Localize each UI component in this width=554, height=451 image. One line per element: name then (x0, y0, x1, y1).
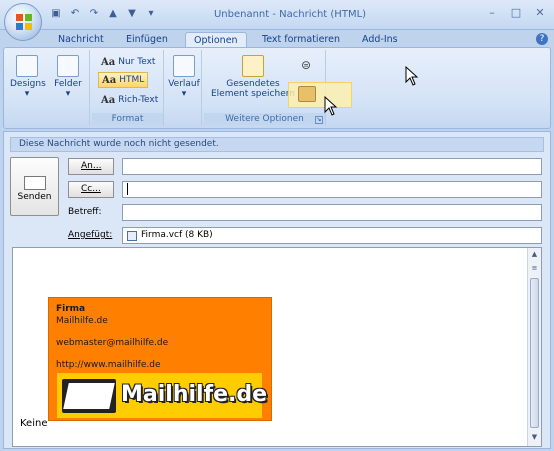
down-arrow-icon[interactable]: ▼ (124, 7, 140, 21)
tab-einfuegen[interactable]: Einfügen (118, 32, 176, 48)
tab-add-ins[interactable]: Add-Ins (354, 32, 406, 48)
fields-icon (57, 55, 79, 77)
window-title: Unbenannt - Nachricht (HTML) (213, 9, 367, 20)
scroll-thumb[interactable] (530, 278, 539, 428)
felder-button[interactable]: Felder ▾ (51, 52, 85, 112)
up-arrow-icon[interactable]: ▲ (105, 7, 121, 21)
info-bar: Diese Nachricht wurde noch nicht gesende… (10, 137, 544, 152)
save-sent-item-icon (242, 55, 264, 77)
ribbon-group-verlauf: Verlauf ▾ (166, 50, 202, 126)
dialog-launcher-icon[interactable]: ↘ (315, 116, 323, 124)
html-format-icon: Aa (102, 74, 117, 86)
vcard-file-icon (127, 231, 137, 241)
text-caret (127, 183, 128, 195)
tab-nachricht[interactable]: Nachricht (50, 32, 112, 48)
weitere-optionen-group-label: Weitere Optionen (204, 113, 325, 125)
quick-access-toolbar: ▣ ↶ ↷ ▲ ▼ ▾ (48, 7, 159, 21)
office-logo-icon (16, 14, 32, 30)
maximize-icon[interactable]: □ (508, 5, 524, 21)
attachment-name[interactable]: Firma.vcf (8 KB) (141, 230, 213, 240)
help-icon[interactable]: ? (536, 33, 548, 45)
designs-icon (16, 55, 38, 77)
nur-text-option[interactable]: Aa Nur Text (98, 54, 158, 70)
tab-optionen[interactable]: Optionen (185, 32, 247, 48)
folder-icon (62, 379, 116, 413)
tab-text-formatieren[interactable]: Text formatieren (254, 32, 348, 48)
ribbon: Designs ▾ Felder ▾ Format Aa Nur Text Aa… (3, 47, 551, 129)
window-controls: – □ ✕ (484, 5, 548, 21)
banner-text: Mailhilfe.de (121, 382, 268, 407)
subject-field[interactable] (122, 204, 542, 221)
mouse-pointer-icon (405, 66, 419, 86)
card-company: Mailhilfe.de (56, 316, 108, 326)
scroll-down-icon[interactable]: ▼ (529, 433, 540, 444)
send-button[interactable]: Senden (10, 157, 59, 216)
close-icon[interactable]: ✕ (532, 5, 548, 21)
format-group-label: Format (92, 113, 163, 125)
rich-text-option[interactable]: Aa Rich-Text (98, 92, 161, 108)
card-url: http://www.mailhilfe.de (56, 360, 161, 370)
attached-label: Angefügt: (68, 230, 113, 240)
direct-replies-icon[interactable] (298, 86, 316, 102)
undo-icon[interactable]: ↶ (67, 7, 83, 21)
mailhilfe-logo-banner: Mailhilfe.de (57, 373, 267, 418)
ruler-icon[interactable]: ≡ (529, 264, 540, 275)
subject-label: Betreff: (68, 207, 102, 217)
card-email: webmaster@mailhilfe.de (56, 338, 169, 348)
rich-text-format-icon: Aa (101, 94, 116, 106)
verlauf-button[interactable]: Verlauf ▾ (167, 52, 201, 112)
customize-qat-icon[interactable]: ▾ (143, 7, 159, 21)
card-name: Firma (56, 304, 86, 314)
title-bar: ▣ ↶ ↷ ▲ ▼ ▾ Unbenannt - Nachricht (HTML)… (0, 0, 554, 30)
to-button[interactable]: An... (68, 158, 114, 175)
designs-button[interactable]: Designs ▾ (10, 52, 46, 112)
gesendetes-element-speichern-button[interactable]: Gesendetes Element speichern (208, 52, 298, 112)
office-button[interactable] (4, 3, 42, 41)
tracking-icon (173, 55, 195, 77)
cc-field[interactable] (122, 181, 542, 198)
redo-icon[interactable]: ↷ (86, 7, 102, 21)
save-icon[interactable]: ▣ (48, 7, 64, 21)
minimize-icon[interactable]: – (484, 5, 500, 21)
cc-button[interactable]: Cc... (68, 181, 114, 198)
body-text: Keine (20, 418, 48, 429)
envelope-icon (23, 176, 46, 190)
html-option[interactable]: Aa HTML (98, 72, 149, 88)
delay-delivery-icon[interactable]: ⊜ (301, 58, 317, 74)
business-card: Firma Mailhilfe.de webmaster@mailhilfe.d… (48, 297, 272, 421)
scroll-up-icon[interactable]: ▲ (529, 250, 540, 261)
to-field[interactable] (122, 158, 542, 175)
vertical-scrollbar[interactable]: ▲ ≡ ▼ (527, 248, 541, 446)
attachment-field[interactable]: Firma.vcf (8 KB) (122, 227, 542, 244)
mouse-pointer-icon-2 (324, 96, 338, 116)
text-format-icon: Aa (101, 56, 116, 68)
ribbon-tabs: Nachricht Einfügen Optionen Text formati… (0, 30, 554, 48)
ribbon-group-designs: Designs ▾ Felder ▾ (6, 50, 90, 126)
